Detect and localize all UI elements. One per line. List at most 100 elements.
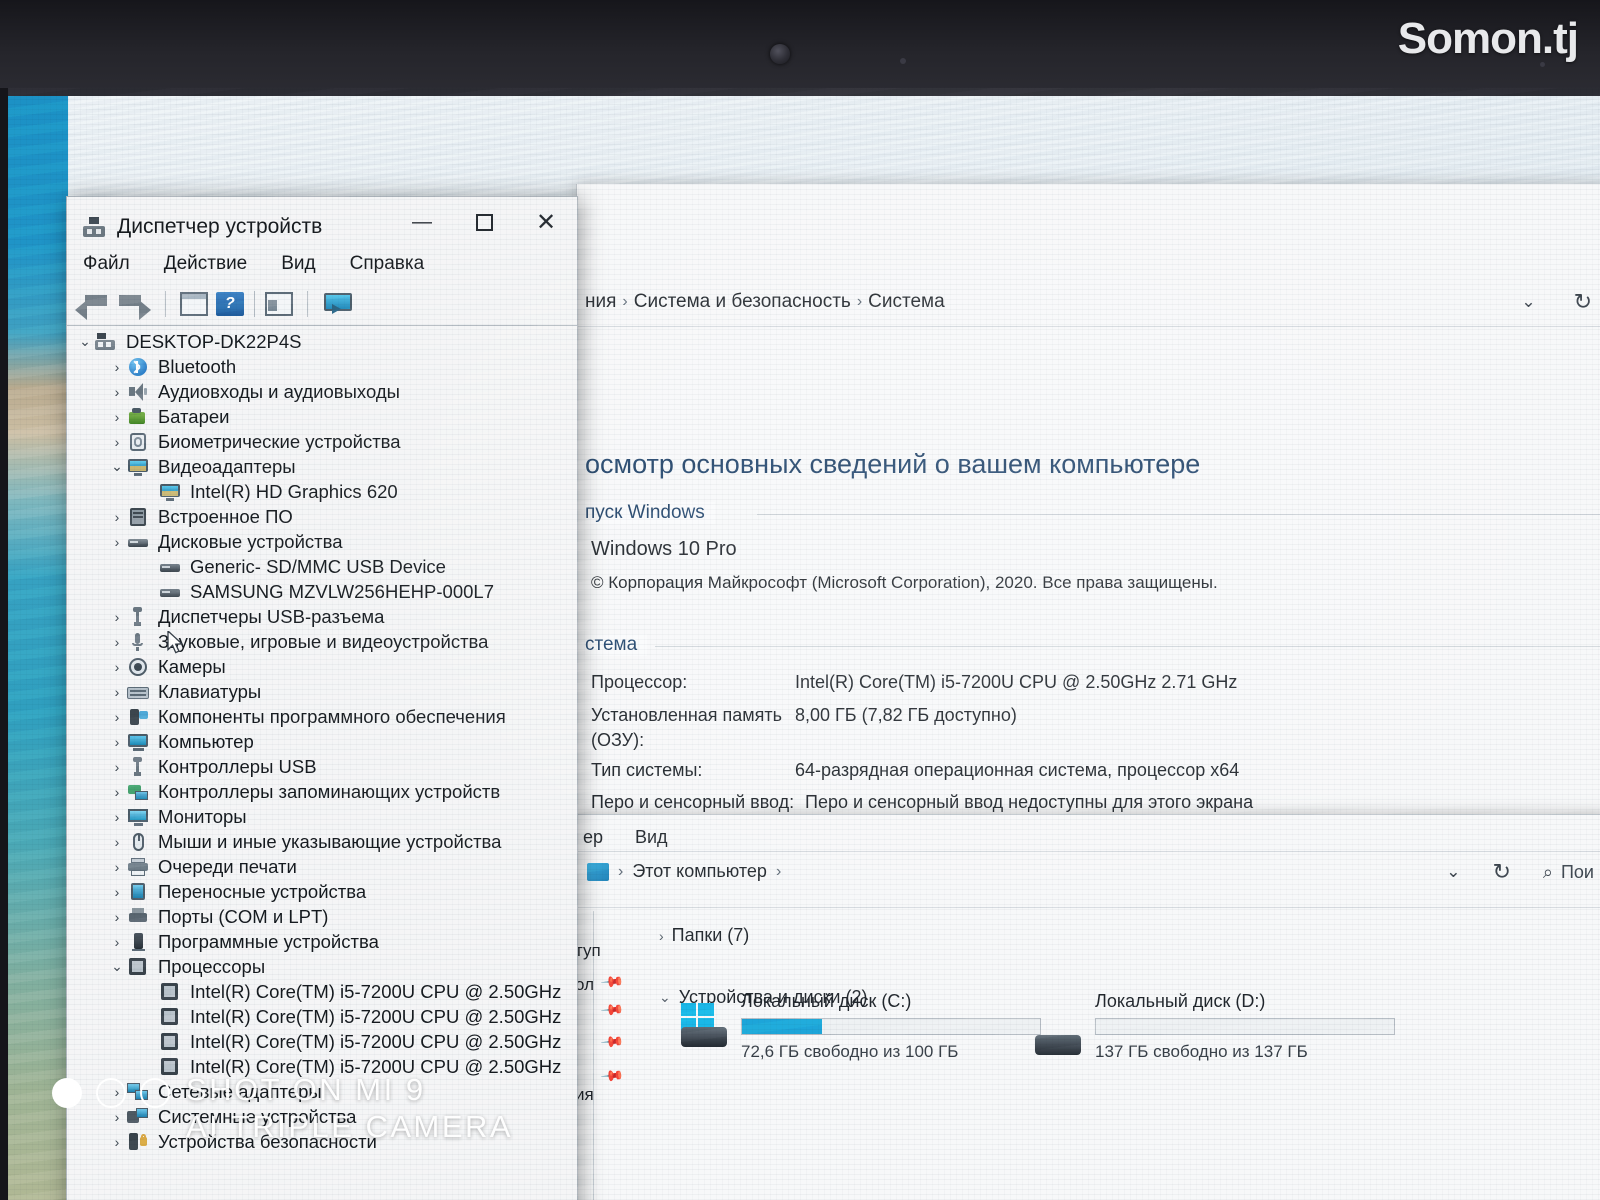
update-driver-icon[interactable]	[265, 292, 293, 316]
chevron-right-icon[interactable]: ›	[107, 909, 127, 925]
device-tree-row[interactable]: › Мониторы	[67, 804, 577, 829]
drive-tile-c[interactable]: Локальный диск (C:) 72,6 ГБ свободно из …	[681, 991, 1041, 1062]
chevron-right-icon[interactable]: ›	[107, 809, 127, 825]
device-tree-row[interactable]: SAMSUNG MZVLW256HEHP-000L7	[67, 579, 577, 604]
device-tree-row[interactable]: › Камеры	[67, 654, 577, 679]
nav-item-quick-access[interactable]: туп	[575, 941, 601, 961]
explorer-address-bar[interactable]: › Этот компьютер ›	[587, 861, 781, 882]
chevron-down-icon[interactable]: ⌄	[107, 958, 127, 975]
help-icon[interactable]: ?	[216, 292, 244, 316]
device-tree-row[interactable]: Intel(R) HD Graphics 620	[67, 479, 577, 504]
chevron-right-icon[interactable]: ›	[107, 434, 127, 450]
chevron-right-icon[interactable]: ›	[107, 1134, 127, 1150]
breadcrumb-item-2[interactable]: Система	[868, 291, 945, 313]
drive-tile-d[interactable]: Локальный диск (D:) 137 ГБ свободно из 1…	[1035, 991, 1395, 1062]
pin-icon[interactable]: 📌	[599, 1029, 625, 1055]
device-manager-toolbar[interactable]: ?	[67, 283, 577, 325]
chevron-right-icon[interactable]: ›	[107, 509, 127, 525]
chevron-right-icon[interactable]: ›	[107, 784, 127, 800]
device-tree-row[interactable]: › Звуковые, игровые и видеоустройства	[67, 629, 577, 654]
pin-icon[interactable]: 📌	[599, 969, 625, 995]
chevron-right-icon[interactable]: ›	[107, 834, 127, 850]
device-manager-menubar[interactable]: Файл Действие Вид Справка	[83, 245, 424, 283]
search-input[interactable]: ⌕ Пои	[1543, 862, 1594, 883]
device-tree-row[interactable]: › Bluetooth	[67, 354, 577, 379]
chevron-right-icon[interactable]: ›	[107, 859, 127, 875]
device-manager-icon	[83, 217, 105, 237]
chevron-right-icon[interactable]: ›	[107, 634, 127, 650]
device-tree-row[interactable]: Generic- SD/MMC USB Device	[67, 554, 577, 579]
chevron-right-icon[interactable]: ›	[659, 928, 664, 944]
device-tree-row[interactable]: › Мыши и иные указывающие устройства	[67, 829, 577, 854]
system-address-actions[interactable]: ⌄ ↻	[1521, 280, 1592, 324]
device-tree-row[interactable]: › Порты (COM и LPT)	[67, 904, 577, 929]
device-tree-row[interactable]: › Переносные устройства	[67, 879, 577, 904]
device-tree-row[interactable]: › Контроллеры USB	[67, 754, 577, 779]
chevron-down-icon[interactable]: ⌄	[1521, 292, 1535, 312]
chevron-right-icon[interactable]: ›	[107, 409, 127, 425]
chevron-right-icon[interactable]: ›	[107, 734, 127, 750]
device-tree-row[interactable]: › Аудиовходы и аудиовыходы	[67, 379, 577, 404]
chevron-down-icon[interactable]: ⌄	[107, 458, 127, 475]
chevron-down-icon[interactable]: ⌄	[659, 989, 671, 1006]
device-tree-row[interactable]: › Очереди печати	[67, 854, 577, 879]
chevron-right-icon[interactable]: ›	[107, 609, 127, 625]
back-arrow-icon[interactable]	[75, 291, 109, 320]
forward-arrow-icon[interactable]	[117, 291, 151, 320]
refresh-icon[interactable]: ↻	[1574, 289, 1592, 315]
device-tree-row[interactable]: › Дисковые устройства	[67, 529, 577, 554]
device-tree-row[interactable]: › Клавиатуры	[67, 679, 577, 704]
device-tree-row[interactable]: › Биометрические устройства	[67, 429, 577, 454]
device-tree-row[interactable]: Intel(R) Core(TM) i5-7200U CPU @ 2.50GHz	[67, 979, 577, 1004]
device-manager-window[interactable]: Диспетчер устройств — ✕ Файл Действие Ви…	[66, 196, 578, 1200]
maximize-button[interactable]	[453, 197, 515, 247]
chevron-right-icon[interactable]: ›	[107, 934, 127, 950]
device-tree-row[interactable]: Intel(R) Core(TM) i5-7200U CPU @ 2.50GHz	[67, 1029, 577, 1054]
chevron-right-icon[interactable]: ›	[107, 1109, 127, 1125]
chevron-right-icon[interactable]: ›	[107, 884, 127, 900]
chevron-right-icon[interactable]: ›	[107, 534, 127, 550]
device-tree-row[interactable]: ⌄ Процессоры	[67, 954, 577, 979]
system-address-bar[interactable]: ния › Система и безопасность › Система	[577, 280, 1600, 324]
properties-icon[interactable]	[180, 292, 208, 316]
refresh-icon[interactable]: ↻	[1492, 859, 1510, 885]
scan-hardware-icon[interactable]	[322, 292, 354, 316]
chevron-right-icon[interactable]: ›	[107, 709, 127, 725]
window-controls[interactable]: — ✕	[391, 197, 577, 247]
menu-item-help[interactable]: Справка	[350, 253, 425, 275]
device-tree-row[interactable]: › Батареи	[67, 404, 577, 429]
pin-icon[interactable]: 📌	[599, 1063, 625, 1089]
close-button[interactable]: ✕	[515, 197, 577, 247]
chevron-right-icon[interactable]: ›	[107, 759, 127, 775]
pin-icon[interactable]: 📌	[599, 997, 625, 1023]
chevron-right-icon[interactable]: ›	[107, 659, 127, 675]
device-tree-row[interactable]: Intel(R) Core(TM) i5-7200U CPU @ 2.50GHz	[67, 1004, 577, 1029]
device-tree-row[interactable]: › Компьютер	[67, 729, 577, 754]
menu-item-file[interactable]: Файл	[83, 253, 130, 275]
device-tree-row[interactable]: › Контроллеры запоминающих устройств	[67, 779, 577, 804]
device-tree-row[interactable]: › Программные устройства	[67, 929, 577, 954]
breadcrumb-item-this-pc[interactable]: Этот компьютер	[632, 861, 767, 882]
group-folders[interactable]: › Папки (7)	[659, 925, 749, 946]
breadcrumb-item-1[interactable]: Система и безопасность	[634, 291, 851, 313]
chevron-right-icon[interactable]: ›	[107, 384, 127, 400]
device-tree[interactable]: ⌄ DESKTOP-DK22P4S › Bluetooth › Аудиовходы и …	[67, 329, 577, 1200]
device-tree-row[interactable]: › Компоненты программного обеспечения	[67, 704, 577, 729]
file-explorer-window[interactable]: ер Вид › Этот компьютер › ⌄ ↻ ⌕ Пои туп …	[575, 814, 1600, 1200]
device-tree-row[interactable]: ⌄ DESKTOP-DK22P4S	[67, 329, 577, 354]
chevron-down-icon[interactable]: ⌄	[75, 333, 95, 350]
device-tree-row[interactable]: › Встроенное ПО	[67, 504, 577, 529]
breadcrumb-item-0[interactable]: ния	[585, 291, 616, 313]
device-tree-row[interactable]: ⌄ Видеоадаптеры	[67, 454, 577, 479]
menu-item-action[interactable]: Действие	[164, 253, 248, 275]
ribbon-tab-view[interactable]: Вид	[635, 827, 668, 848]
chevron-down-icon[interactable]: ⌄	[1446, 862, 1460, 882]
minimize-button[interactable]: —	[391, 197, 453, 247]
menu-item-view[interactable]: Вид	[281, 253, 315, 275]
explorer-address-actions[interactable]: ⌄ ↻ ⌕ Пои	[1446, 859, 1594, 885]
chevron-right-icon[interactable]: ›	[107, 359, 127, 375]
chevron-right-icon[interactable]: ›	[107, 684, 127, 700]
ribbon-tab-partial[interactable]: ер	[583, 827, 603, 848]
device-tree-row[interactable]: › Диспетчеры USB-разъема	[67, 604, 577, 629]
navigation-pane[interactable]: туп ол ия тер 📌 📌 📌 📌	[575, 911, 629, 1200]
